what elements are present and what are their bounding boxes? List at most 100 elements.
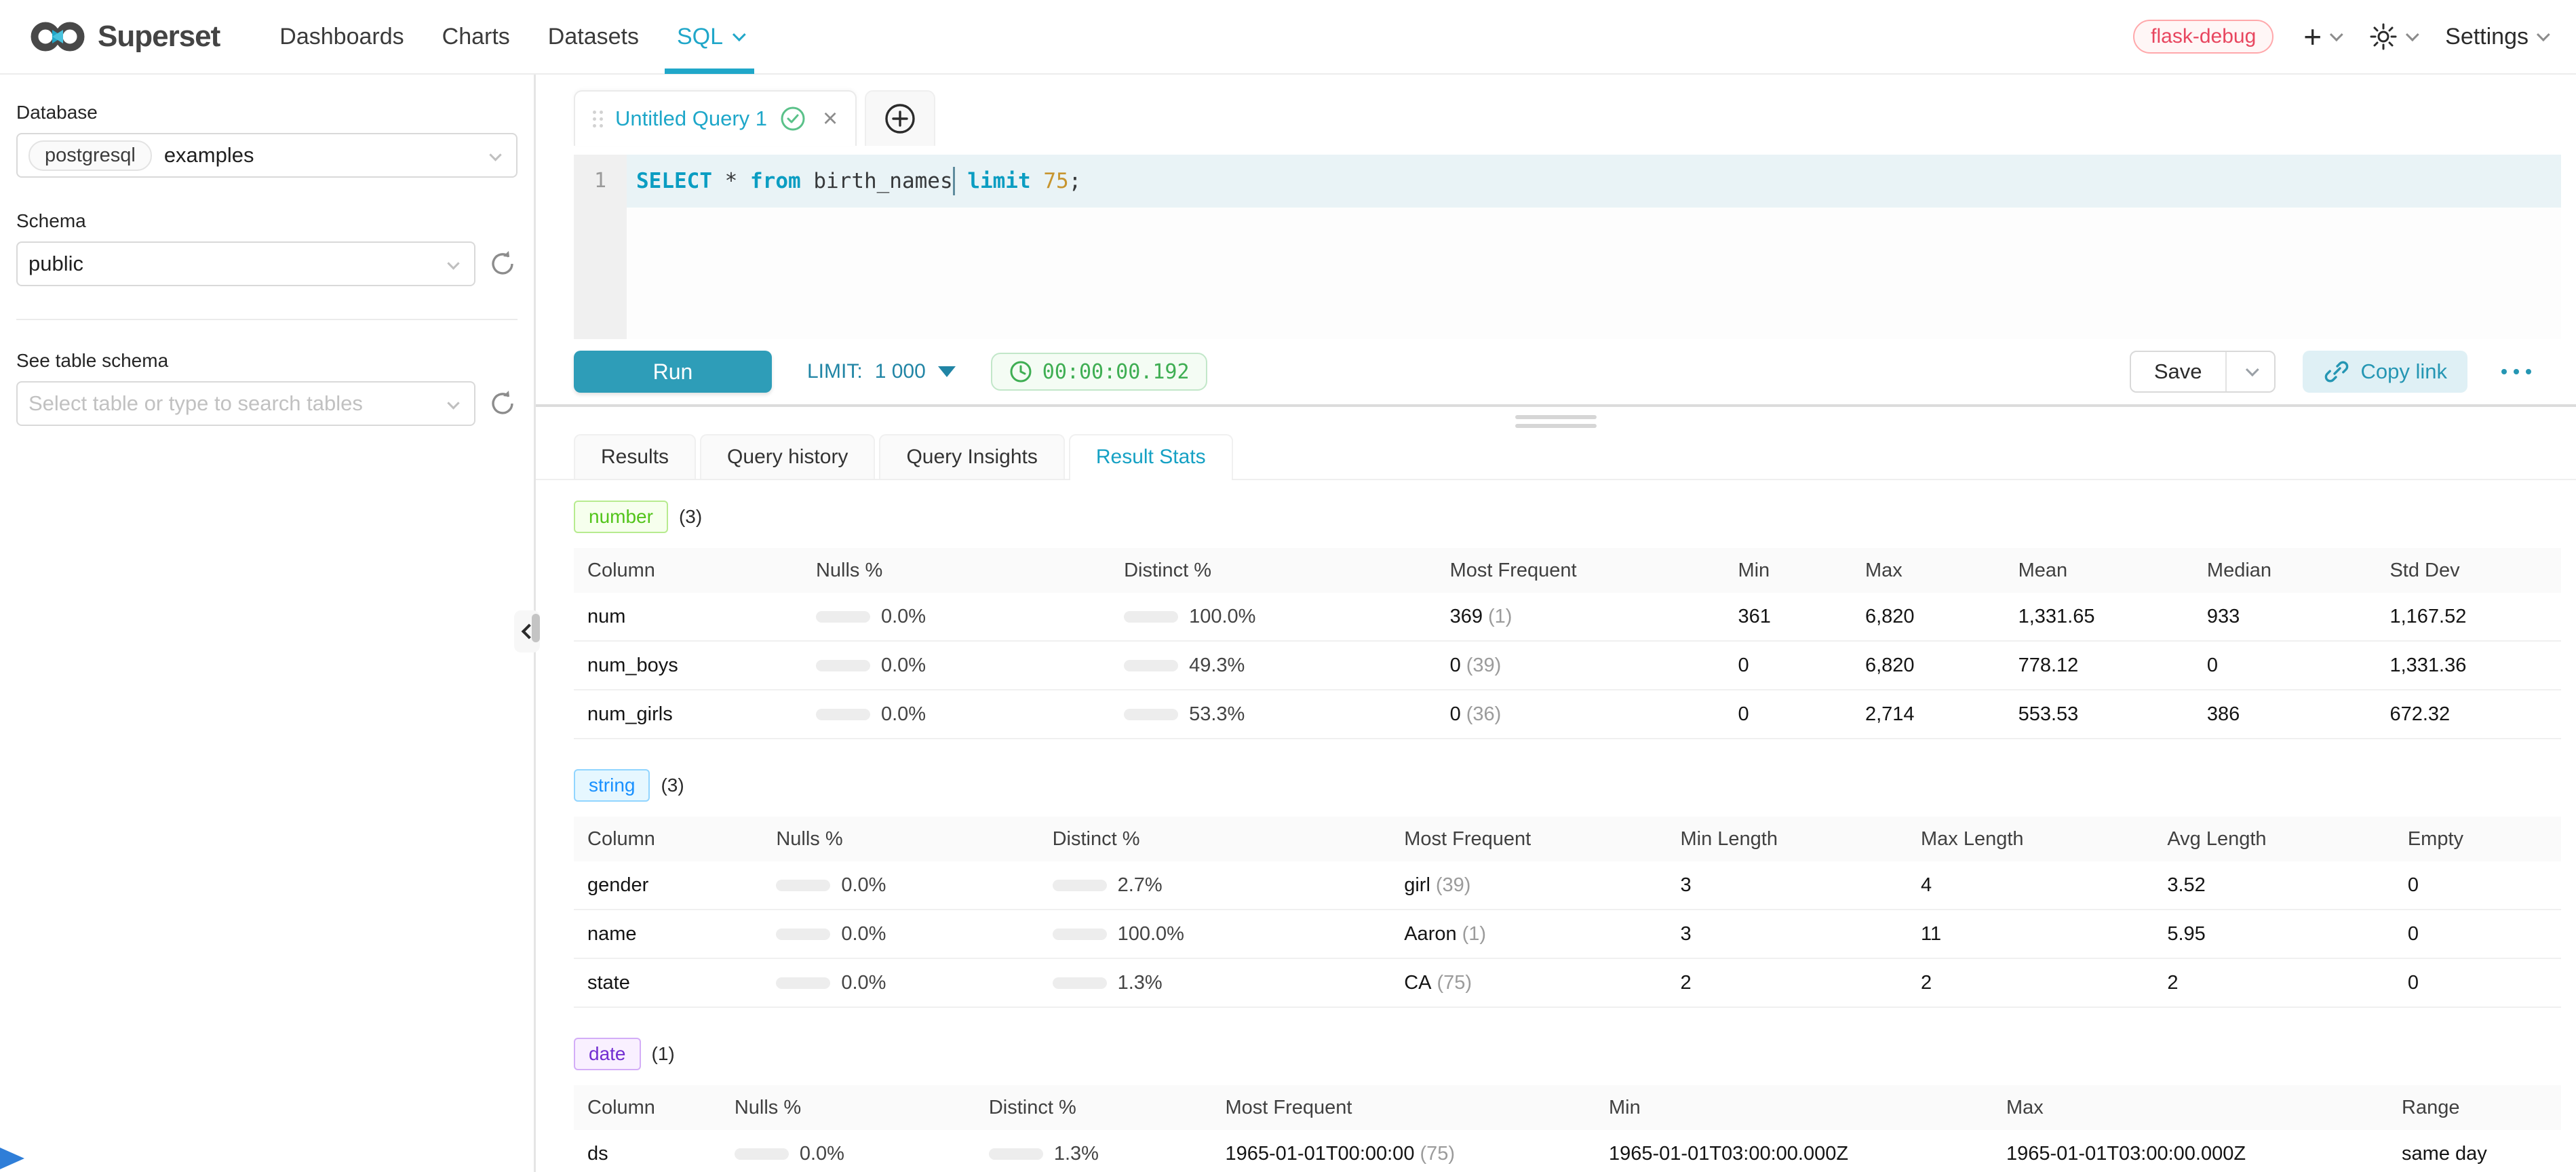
query-tab-title: Untitled Query 1 [615, 106, 767, 131]
nav-item-charts[interactable]: Charts [423, 0, 529, 74]
database-engine-tag: postgresql [28, 140, 152, 171]
nulls-bar-wrap: 0.0% [816, 606, 926, 628]
nav-item-sql[interactable]: SQL [658, 0, 761, 74]
save-button[interactable]: Save [2131, 352, 2225, 391]
column-header: Most Frequent [1390, 828, 1666, 851]
close-tab-icon[interactable]: × [823, 106, 838, 132]
chevron-down-icon [447, 397, 459, 409]
stat-value-cell: 5.95 [2153, 923, 2394, 945]
result-stats-panel: number(3)ColumnNulls %Distinct %Most Fre… [536, 480, 2576, 1172]
more-options-button[interactable] [2495, 362, 2538, 381]
frequent-count: (75) [1437, 972, 1472, 994]
chevron-down-icon [447, 257, 459, 269]
code-token: ; [1069, 169, 1082, 193]
nav-item-dashboards[interactable]: Dashboards [260, 0, 423, 74]
nulls-percent: 0.0% [841, 923, 886, 945]
column-header: Most Frequent [1212, 1097, 1595, 1119]
stat-value-cell: 778.12 [2005, 655, 2193, 677]
stat-value-cell: 2 [1666, 972, 1907, 994]
column-name-cell: gender [574, 874, 762, 897]
theme-menu-button[interactable] [2369, 22, 2415, 51]
distinct-bar-wrap: 1.3% [989, 1143, 1099, 1165]
refresh-icon[interactable] [488, 389, 518, 418]
column-header: Min [1724, 560, 1852, 582]
frequent-value: 1965-01-01T00:00:00 [1226, 1143, 1415, 1165]
distinct-percent: 2.7% [1118, 874, 1163, 897]
database-value: examples [164, 143, 254, 168]
stat-value-cell: 672.32 [2376, 703, 2560, 726]
add-tab-button[interactable] [865, 90, 935, 146]
nav-item-datasets[interactable]: Datasets [529, 0, 658, 74]
table-header-row: ColumnNulls %Distinct %Most FrequentMinM… [574, 548, 2561, 593]
save-options-button[interactable] [2225, 352, 2274, 391]
chevron-down-icon [2330, 28, 2343, 41]
chevron-down-icon [489, 149, 501, 161]
code-token: * [725, 169, 738, 193]
chevron-down-icon [2406, 28, 2419, 41]
distinct-cell: 2.7% [1039, 874, 1391, 897]
column-header: Avg Length [2153, 828, 2394, 851]
tab-query-history[interactable]: Query history [700, 434, 875, 479]
table-row: name0.0%100.0%Aaron(1)3115.950 [574, 910, 2561, 959]
stats-section-string: string(3)ColumnNulls %Distinct %Most Fre… [574, 769, 2561, 1008]
frequent-count: (39) [1436, 874, 1471, 896]
tab-query-insights[interactable]: Query Insights [879, 434, 1064, 479]
superset-logo[interactable]: Superset [30, 18, 220, 56]
column-count: (1) [652, 1043, 675, 1065]
stats-section-date: date(1)ColumnNulls %Distinct %Most Frequ… [574, 1038, 2561, 1172]
table-select-placeholder: Select table or type to search tables [28, 391, 363, 416]
table-header-row: ColumnNulls %Distinct %Most FrequentMinM… [574, 1085, 2561, 1130]
most-frequent-cell: girl(39) [1390, 874, 1666, 897]
distinct-bar-wrap: 49.3% [1124, 655, 1245, 677]
run-query-button[interactable]: Run [574, 351, 772, 393]
vertical-scrollbar[interactable] [532, 614, 540, 642]
database-select[interactable]: postgresql examples [16, 133, 518, 178]
nav-item-label: SQL [677, 24, 723, 50]
stat-value-cell: 0 [2394, 923, 2561, 945]
most-frequent-cell: 1965-01-01T00:00:00(75) [1212, 1143, 1595, 1165]
sun-icon [2369, 22, 2398, 51]
nulls-percent: 0.0% [841, 972, 886, 994]
stat-value-cell: 2 [1907, 972, 2153, 994]
nulls-bar-wrap: 0.0% [776, 972, 886, 994]
settings-menu[interactable]: Settings [2445, 24, 2546, 50]
code-token: 75 [1043, 169, 1068, 193]
stat-value-cell: same day [2388, 1143, 2561, 1165]
database-label: Database [16, 102, 518, 123]
chevron-down-icon [2537, 28, 2550, 41]
frequent-value: Aaron [1404, 923, 1456, 945]
table-select[interactable]: Select table or type to search tables [16, 381, 475, 426]
column-header: Nulls % [721, 1097, 975, 1119]
tab-result-stats[interactable]: Result Stats [1069, 434, 1233, 479]
stat-value-cell: 553.53 [2005, 703, 2193, 726]
frequent-count: (36) [1466, 703, 1502, 725]
stat-value-cell: 6,820 [1852, 655, 2005, 677]
code-token [801, 169, 814, 193]
new-menu-button[interactable]: + [2303, 21, 2339, 52]
caret-down-icon [938, 366, 956, 377]
column-count: (3) [679, 506, 702, 528]
sql-code-line: SELECT * from birth_names limit 75; [627, 155, 2561, 208]
distinct-bar [1053, 977, 1107, 989]
limit-dropdown[interactable]: LIMIT: 1 000 [807, 360, 956, 383]
sql-editor[interactable]: 1 SELECT * from birth_names limit 75; [574, 155, 2561, 339]
results-tab-bar: ResultsQuery historyQuery InsightsResult… [536, 435, 2576, 480]
table-row: num0.0%100.0%369(1)3616,8201,331.659331,… [574, 593, 2561, 642]
stat-value-cell: 361 [1724, 606, 1852, 628]
code-token [737, 169, 750, 193]
stat-value-cell: 0 [1724, 703, 1852, 726]
query-tab[interactable]: Untitled Query 1 × [574, 90, 857, 146]
pane-resize-handle[interactable] [536, 407, 2576, 435]
nav-item-label: Dashboards [279, 24, 404, 50]
nulls-bar-wrap: 0.0% [735, 1143, 844, 1165]
copy-link-button[interactable]: Copy link [2303, 351, 2468, 393]
stat-value-cell: 933 [2193, 606, 2377, 628]
tab-results[interactable]: Results [574, 434, 696, 479]
link-icon [2323, 358, 2350, 385]
column-header: Column [574, 560, 802, 582]
code-token [712, 169, 725, 193]
column-count: (3) [661, 775, 684, 796]
refresh-icon[interactable] [488, 249, 518, 279]
schema-select[interactable]: public [16, 241, 475, 286]
plus-circle-icon [884, 102, 916, 135]
